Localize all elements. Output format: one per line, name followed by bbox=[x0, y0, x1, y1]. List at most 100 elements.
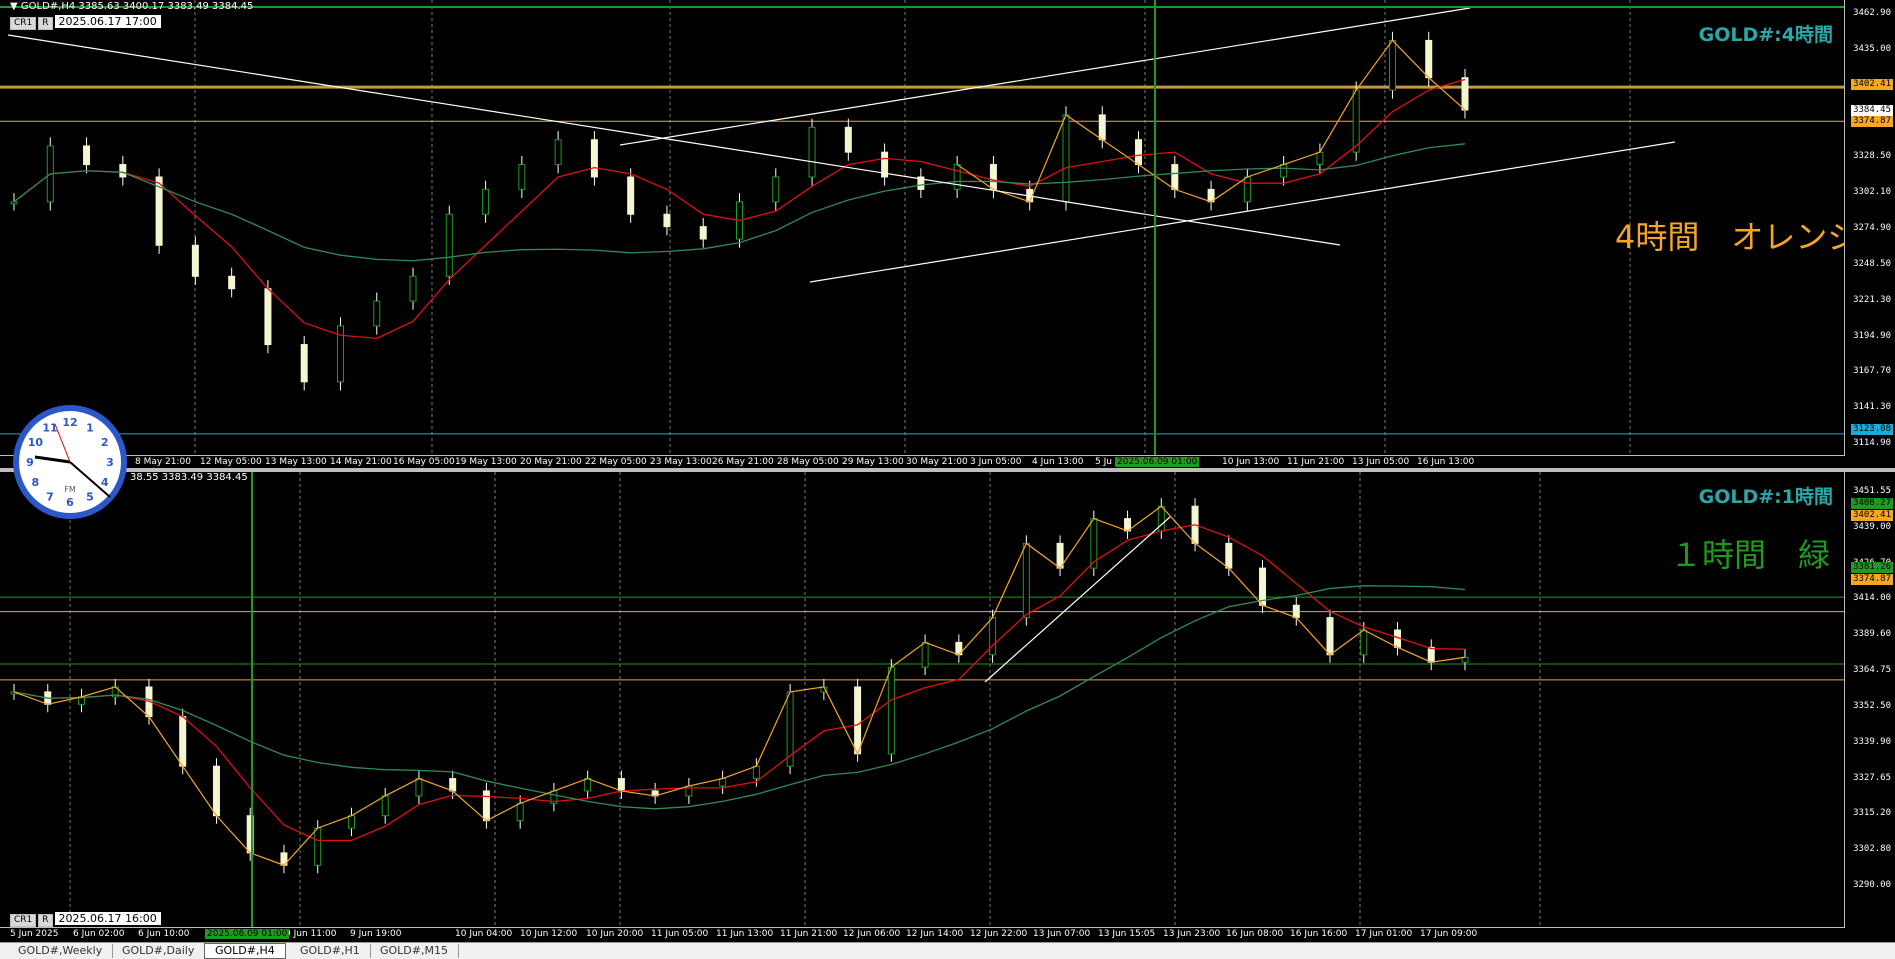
time-tick-label: 11 Jun 05:00 bbox=[651, 929, 709, 939]
time-tick-label: 13 May 13:00 bbox=[265, 457, 327, 467]
price-tick-label: 3302.10 bbox=[1853, 187, 1891, 198]
time-tick-label: 19 May 13:00 bbox=[455, 457, 517, 467]
time-tick-label: 6 Jun 02:00 bbox=[73, 929, 125, 939]
candle-body bbox=[264, 288, 272, 346]
time-tick-label: 23 May 13:00 bbox=[650, 457, 712, 467]
candle-body bbox=[409, 275, 417, 302]
price-tick-label: 3315.20 bbox=[1853, 808, 1891, 819]
price-tick-label: 3439.00 bbox=[1853, 521, 1891, 532]
cr1-tag[interactable]: CR1 bbox=[10, 17, 37, 30]
candle-body bbox=[381, 795, 389, 817]
price-marker-box: 3402.41 bbox=[1851, 79, 1893, 90]
zigzag-line[interactable] bbox=[13, 505, 1466, 866]
candle-body bbox=[518, 164, 526, 190]
h4-price-axis[interactable]: 3462.903435.003409.103355.703328.503302.… bbox=[1844, 0, 1895, 470]
candle-body bbox=[627, 176, 635, 215]
cr1-tag[interactable]: CR1 bbox=[10, 914, 37, 927]
price-marker-box: 3374.87 bbox=[1851, 574, 1893, 585]
candle-body bbox=[953, 164, 961, 190]
candle-body bbox=[887, 666, 895, 755]
price-tick-label: 3194.90 bbox=[1853, 330, 1891, 341]
moving-average-fast[interactable] bbox=[13, 524, 1466, 842]
time-tick-label: 12 Jun 14:00 bbox=[906, 929, 964, 939]
chart-tab[interactable]: GOLD#,H1 bbox=[290, 944, 371, 958]
time-tick-label: 20 May 21:00 bbox=[520, 457, 582, 467]
moving-average-slow[interactable] bbox=[13, 585, 1466, 810]
time-tick-label: 16 Jun 16:00 bbox=[1290, 929, 1348, 939]
h1-chart-title: GOLD#:1時間 bbox=[1698, 486, 1833, 508]
time-tick-label: 12 Jun 06:00 bbox=[843, 929, 901, 939]
price-tick-label: 3462.90 bbox=[1853, 8, 1891, 18]
candle-body bbox=[482, 188, 490, 215]
price-tick-label: 3435.00 bbox=[1853, 43, 1891, 54]
h1-chart-panel[interactable]: 38.55 3383.49 3384.45 CR1 R 2025.06.17 16:… bbox=[0, 472, 1895, 942]
candle-body bbox=[663, 213, 671, 228]
trend-line[interactable] bbox=[619, 7, 1471, 146]
candle-body bbox=[445, 213, 453, 277]
cursor-time-box: 2025.06.17 17:00 bbox=[54, 15, 161, 28]
time-tick-label: 16 Jun 13:00 bbox=[1417, 457, 1475, 467]
chart-tab[interactable]: GOLD#,H4 bbox=[204, 943, 286, 959]
h4-note-label: 4時間 オレンジ bbox=[1615, 218, 1860, 256]
time-tick-label: 11 Jun 13:00 bbox=[716, 929, 774, 939]
clock-number: 8 bbox=[32, 476, 40, 489]
price-tick-label: 3339.90 bbox=[1853, 736, 1891, 747]
candle-body bbox=[1461, 77, 1469, 111]
clock-number: 9 bbox=[26, 456, 34, 469]
dropdown-arrow-icon[interactable]: ▼ bbox=[10, 1, 18, 12]
price-tick-label: 3327.65 bbox=[1853, 772, 1891, 783]
candle-body bbox=[1427, 646, 1435, 663]
candle-body bbox=[1292, 604, 1300, 619]
time-tick-label: 30 May 21:00 bbox=[906, 457, 968, 467]
time-tick-label: 10 Jun 04:00 bbox=[455, 929, 513, 939]
h1-price-axis[interactable]: 3451.553439.003426.703414.003389.603364.… bbox=[1844, 472, 1895, 942]
price-tick-label: 3352.50 bbox=[1853, 700, 1891, 711]
h4-chart-panel[interactable]: ▼ GOLD#,H4 3385.63 3400.17 3383.49 3384.… bbox=[0, 0, 1895, 470]
time-tick-label: 11 Jun 21:00 bbox=[780, 929, 838, 939]
clock-number: 3 bbox=[106, 456, 114, 469]
candle-body bbox=[921, 641, 929, 668]
time-cursor-highlight: 2025.06.09 01:00 bbox=[205, 929, 290, 939]
candle-body bbox=[808, 126, 816, 178]
h1-time-axis[interactable]: 5 Jun 20256 Jun 02:006 Jun 10:0003:009 J… bbox=[0, 927, 1845, 942]
time-tick-label: 29 May 13:00 bbox=[842, 457, 904, 467]
time-tick-label: 16 Jun 08:00 bbox=[1226, 929, 1284, 939]
candle-body bbox=[1098, 114, 1106, 141]
h4-chart-canvas[interactable] bbox=[0, 0, 1845, 456]
time-tick-label: 3 Jun 05:00 bbox=[970, 457, 1022, 467]
time-tick-label: 28 May 05:00 bbox=[777, 457, 839, 467]
price-marker-box: 3408.27 bbox=[1851, 498, 1893, 509]
clock-number: 12 bbox=[62, 416, 77, 429]
chart-tab[interactable]: GOLD#,Weekly bbox=[8, 944, 114, 958]
r-tag[interactable]: R bbox=[38, 914, 53, 927]
candle-body bbox=[347, 815, 355, 829]
candle-body bbox=[482, 790, 490, 822]
price-tick-label: 3389.60 bbox=[1853, 629, 1891, 640]
candle-body bbox=[449, 778, 457, 792]
clock-number: 4 bbox=[101, 476, 109, 489]
price-tick-label: 3114.90 bbox=[1853, 438, 1891, 448]
candle-body bbox=[772, 176, 780, 203]
candle-body bbox=[191, 244, 199, 277]
candle-body bbox=[554, 139, 562, 166]
candle-body bbox=[516, 802, 524, 822]
candle-body bbox=[1316, 151, 1324, 166]
chart-tab[interactable]: GOLD#,M15 bbox=[370, 944, 459, 958]
trend-line[interactable] bbox=[809, 141, 1676, 283]
h1-chart-canvas[interactable] bbox=[0, 472, 1845, 928]
price-marker-box: 3384.45 bbox=[1851, 105, 1893, 116]
candle-body bbox=[373, 300, 381, 327]
candle-body bbox=[719, 778, 727, 787]
candle-body bbox=[119, 164, 127, 178]
price-tick-label: 3274.90 bbox=[1853, 223, 1891, 233]
clock-number: 11 bbox=[42, 421, 57, 434]
r-tag[interactable]: R bbox=[38, 17, 53, 30]
candle-body bbox=[228, 275, 236, 290]
price-tick-label: 3414.00 bbox=[1853, 593, 1891, 604]
clock-number: 5 bbox=[86, 491, 94, 504]
candle-body bbox=[1135, 139, 1143, 166]
candle-body bbox=[1243, 176, 1251, 203]
price-tick-label: 3141.30 bbox=[1853, 402, 1891, 413]
chart-tab[interactable]: GOLD#,Daily bbox=[112, 944, 206, 958]
time-tick-label: 12 Jun 22:00 bbox=[970, 929, 1028, 939]
